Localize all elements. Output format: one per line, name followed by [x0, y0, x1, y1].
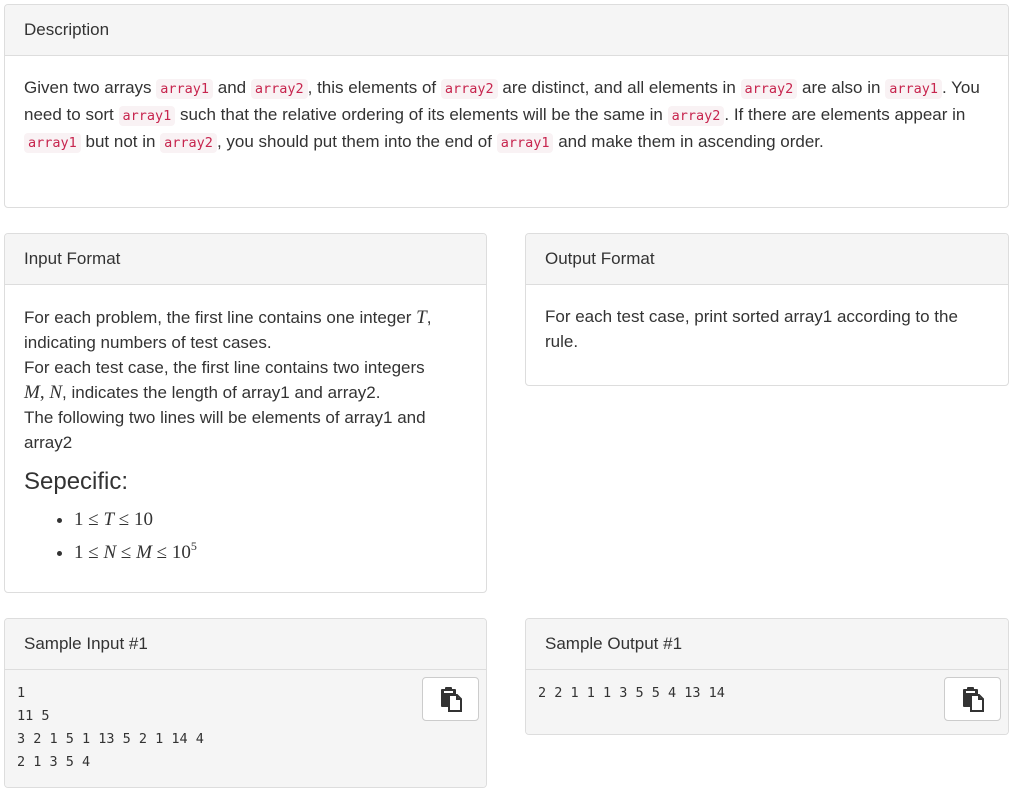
constraint-list: 1 ≤ T ≤ 10 1 ≤ N ≤ M ≤ 105	[24, 507, 467, 566]
clipboard-copy-icon	[962, 687, 984, 712]
description-fragment: , this elements of	[307, 78, 441, 97]
input-format-heading: Input Format	[5, 234, 486, 285]
inline-code: array2	[440, 79, 498, 99]
inline-code: array1	[496, 133, 554, 153]
sample-input-box: 1 11 5 3 2 1 5 1 13 5 2 1 14 4 2 1 3 5 4	[5, 670, 486, 787]
input-format-line2: For each test case, the first line conta…	[24, 355, 467, 405]
inline-code: array2	[160, 133, 217, 153]
description-fragment: such that the relative ordering of its e…	[175, 105, 668, 124]
description-heading: Description	[5, 5, 1008, 56]
sample-input-content: 1 11 5 3 2 1 5 1 13 5 2 1 14 4 2 1 3 5 4	[17, 685, 204, 770]
output-format-body: For each test case, print sorted array1 …	[526, 285, 1008, 372]
sample-input-panel: Sample Input #1 1 11 5 3 2 1 5 1 13 5 2 …	[4, 618, 487, 788]
inline-code: array1	[118, 106, 176, 126]
inline-code: array2	[250, 79, 308, 99]
description-panel: Description Given two arrays array1 and …	[4, 4, 1009, 208]
inline-code: array1	[156, 79, 214, 99]
inline-code: array1	[885, 79, 942, 99]
input-format-panel: Input Format For each problem, the first…	[4, 233, 487, 593]
output-format-text: For each test case, print sorted array1 …	[545, 307, 958, 351]
sample-output-panel: Sample Output #1 2 2 1 1 1 3 5 5 4 13 14	[525, 618, 1009, 735]
input-format-body: For each problem, the first line contain…	[5, 285, 486, 584]
constraint-item-2: 1 ≤ N ≤ M ≤ 105	[74, 533, 467, 566]
input-line2-post: , indicates the length of array1 and arr…	[62, 383, 381, 402]
clipboard-copy-icon	[440, 687, 462, 712]
input-line2-pre: For each test case, the first line conta…	[24, 358, 425, 377]
sample-output-content: 2 2 1 1 1 3 5 5 4 13 14	[538, 685, 725, 701]
input-format-line1: For each problem, the first line contain…	[24, 305, 467, 355]
description-fragment: and make them in ascending order.	[553, 132, 824, 151]
copy-sample-output-button[interactable]	[944, 677, 1001, 721]
sample-input-heading: Sample Input #1	[5, 619, 486, 670]
specific-heading: Sepecific:	[24, 468, 129, 495]
input-format-line3: The following two lines will be elements…	[24, 408, 426, 452]
var-m-n: M, N	[24, 382, 63, 403]
description-fragment: and	[213, 78, 251, 97]
sample-output-box: 2 2 1 1 1 3 5 5 4 13 14	[526, 670, 1008, 734]
description-fragment: Given two arrays	[24, 78, 157, 97]
description-fragment: are also in	[797, 78, 886, 97]
description-fragment: , you should put them into the end of	[216, 132, 497, 151]
var-t: T	[416, 307, 427, 328]
input-line1-pre: For each problem, the first line contain…	[24, 308, 417, 327]
constraint-item-1: 1 ≤ T ≤ 10	[74, 507, 467, 533]
description-text: Given two arrays array1 and array2, this…	[5, 56, 1008, 174]
inline-code: array2	[740, 79, 798, 99]
description-fragment: . If there are elements appear in	[724, 105, 966, 124]
inline-code: array2	[667, 106, 725, 126]
output-format-heading: Output Format	[526, 234, 1008, 285]
output-format-panel: Output Format For each test case, print …	[525, 233, 1009, 386]
copy-sample-input-button[interactable]	[422, 677, 479, 721]
sample-output-heading: Sample Output #1	[526, 619, 1008, 670]
inline-code: array1	[24, 133, 81, 153]
description-fragment: are distinct, and all elements in	[497, 78, 741, 97]
description-fragment: but not in	[80, 132, 161, 151]
